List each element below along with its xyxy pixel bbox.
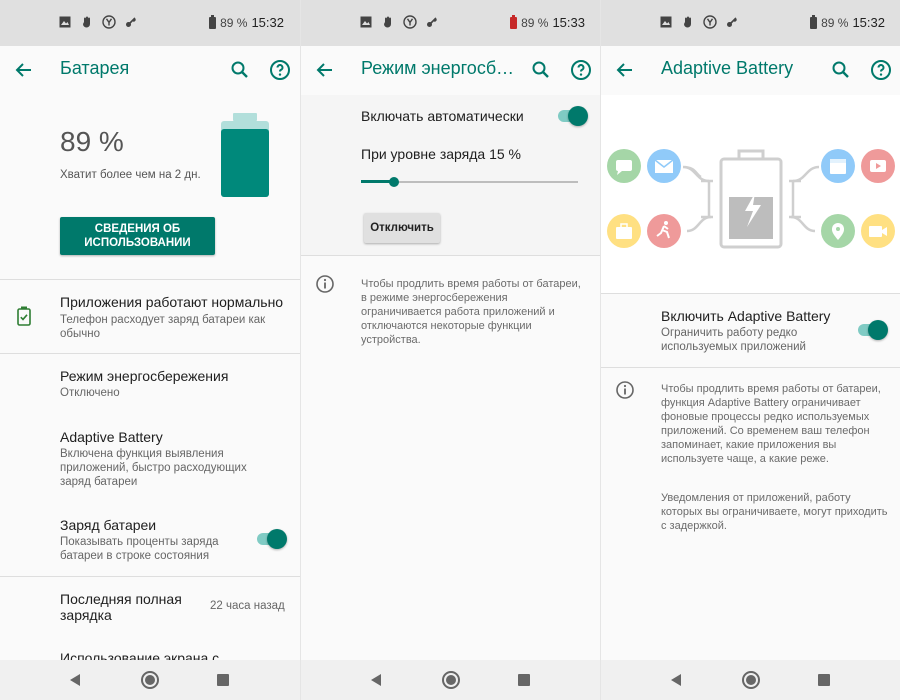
status-battery-percent: 89 %	[821, 15, 849, 30]
key-icon	[124, 15, 138, 29]
app-bar: Adaptive Battery	[601, 46, 900, 94]
search-icon[interactable]	[228, 58, 252, 82]
adaptive-battery-illustration	[601, 95, 900, 293]
item-subtitle: Включена функция выявления приложений, б…	[60, 448, 247, 488]
briefcase-icon	[607, 214, 641, 253]
item-title: Приложения работают нормально	[60, 294, 284, 310]
battery-screen: 89 % 15:32 Батарея 89 % Хватит более чем…	[0, 0, 300, 700]
status-battery-percent: 89 %	[220, 15, 248, 30]
item-subtitle: Телефон расходует заряд батареи как обыч…	[60, 314, 266, 340]
adaptive-toggle-title: Включить Adaptive Battery	[661, 308, 831, 324]
battery-status-icon	[810, 14, 818, 29]
hand-icon	[80, 15, 94, 29]
nav-recent-icon[interactable]	[818, 674, 830, 686]
item-subtitle: Отключено	[60, 387, 120, 399]
page-title: Adaptive Battery	[661, 58, 794, 78]
yandex-icon	[703, 15, 717, 29]
nav-back-icon[interactable]	[68, 673, 82, 687]
adaptive-battery-toggle[interactable]	[858, 320, 888, 340]
auto-enable-label: Включать автоматически	[361, 108, 524, 124]
info-text-1: Чтобы продлить время работы от батареи, …	[661, 383, 881, 465]
yandex-icon	[403, 15, 417, 29]
info-icon	[315, 274, 335, 294]
item-title: Adaptive Battery	[60, 429, 163, 445]
threshold-label: При уровне заряда 15 %	[361, 146, 521, 162]
item-value: 22 часа назад	[210, 600, 285, 612]
page-title: Режим энергосбе…	[361, 58, 521, 78]
status-time: 15:32	[251, 15, 284, 30]
yandex-icon	[102, 15, 116, 29]
battery-level-text: 89 %	[60, 126, 124, 157]
battery-saver-screen: 89 % 15:33 Режим энергосбе… Включать авт…	[300, 0, 600, 700]
status-battery-percent: 89 %	[521, 15, 549, 30]
camera-icon	[861, 214, 895, 253]
screens-container: 89 % 15:32 Батарея 89 % Хватит более чем…	[0, 0, 900, 700]
divider	[0, 353, 300, 354]
adaptive-toggle-subtitle: Ограничить работу редко используемых при…	[661, 327, 806, 353]
item-title: Последняя полная зарядка	[60, 591, 182, 623]
battery-status-icon	[209, 14, 217, 29]
app-bar: Режим энергосбе…	[301, 46, 600, 94]
nav-recent-icon[interactable]	[217, 674, 229, 686]
info-text: Чтобы продлить время работы от батареи, …	[361, 278, 581, 346]
image-icon	[359, 15, 373, 29]
status-bar: 89 % 15:32	[0, 0, 300, 46]
divider	[601, 367, 900, 368]
battery-remaining-text: Хватит более чем на 2 дн.	[60, 169, 201, 181]
battery-ok-icon	[17, 306, 31, 331]
status-bar: 89 % 15:32	[601, 0, 900, 46]
back-arrow-icon[interactable]	[613, 58, 637, 82]
search-icon[interactable]	[529, 58, 553, 82]
hand-icon	[681, 15, 695, 29]
running-icon	[647, 214, 681, 253]
search-icon[interactable]	[829, 58, 853, 82]
key-icon	[425, 15, 439, 29]
calendar-icon	[821, 149, 855, 188]
status-bar: 89 % 15:33	[301, 0, 600, 46]
navigation-bar	[601, 660, 900, 700]
back-arrow-icon[interactable]	[313, 58, 337, 82]
navigation-bar	[301, 660, 600, 700]
nav-home-icon[interactable]	[141, 671, 159, 689]
navigation-bar	[0, 660, 300, 700]
nav-back-icon[interactable]	[669, 673, 683, 687]
image-icon	[58, 15, 72, 29]
usage-details-button[interactable]: СВЕДЕНИЯ ОБ ИСПОЛЬЗОВАНИИ	[60, 217, 215, 255]
info-text-2: Уведомления от приложений, работу которы…	[661, 492, 888, 532]
divider	[0, 279, 300, 280]
chat-icon	[607, 149, 641, 188]
battery-percent-toggle[interactable]	[257, 529, 287, 549]
disable-button[interactable]: Отключить	[364, 213, 440, 243]
info-icon	[615, 380, 635, 400]
nav-home-icon[interactable]	[442, 671, 460, 689]
item-title: Режим энергосбережения	[60, 368, 229, 384]
item-title: Заряд батареи	[60, 517, 157, 533]
divider	[301, 255, 600, 256]
app-bar: Батарея	[0, 46, 300, 94]
divider	[0, 576, 300, 577]
key-icon	[725, 15, 739, 29]
nav-recent-icon[interactable]	[518, 674, 530, 686]
help-icon[interactable]	[869, 58, 893, 82]
image-icon	[659, 15, 673, 29]
map-pin-icon	[821, 214, 855, 253]
status-time: 15:32	[852, 15, 885, 30]
nav-home-icon[interactable]	[742, 671, 760, 689]
threshold-slider[interactable]	[361, 176, 578, 188]
divider	[601, 293, 900, 294]
help-icon[interactable]	[268, 58, 292, 82]
item-subtitle: Показывать проценты заряда батареи в стр…	[60, 536, 219, 562]
hand-icon	[381, 15, 395, 29]
status-time: 15:33	[552, 15, 585, 30]
auto-enable-toggle[interactable]	[558, 106, 588, 126]
battery-large-icon	[221, 113, 269, 197]
page-title: Батарея	[60, 58, 130, 78]
help-icon[interactable]	[569, 58, 593, 82]
nav-back-icon[interactable]	[369, 673, 383, 687]
battery-status-icon	[510, 14, 518, 29]
mail-icon	[647, 149, 681, 188]
adaptive-battery-screen: 89 % 15:32 Adaptive Battery Включить Ada…	[600, 0, 900, 700]
back-arrow-icon[interactable]	[12, 58, 36, 82]
video-icon	[861, 149, 895, 188]
